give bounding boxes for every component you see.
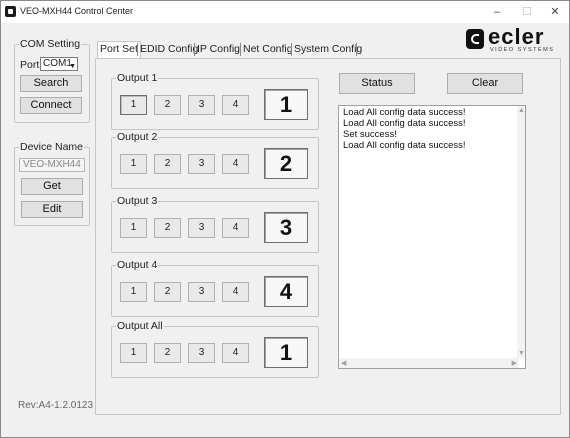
ecler-logo-icon xyxy=(466,29,484,49)
output-group-2: Output 212342 xyxy=(111,131,319,189)
chevron-down-icon: ▼ xyxy=(69,63,76,70)
logo-tagline: VIDEO SYSTEMS xyxy=(490,47,555,53)
output-group-4: Output 412344 xyxy=(111,259,319,317)
output-group-legend: Output 1 xyxy=(116,72,159,84)
input-1-button[interactable]: 1 xyxy=(120,282,147,302)
input-4-button[interactable]: 4 xyxy=(222,95,249,115)
status-button[interactable]: Status xyxy=(339,73,415,94)
device-name-group: Device Name VEO-MXH44 Get Edit xyxy=(14,141,90,226)
device-name-field[interactable]: VEO-MXH44 xyxy=(19,158,85,172)
title-bar: VEO-MXH44 Control Center – ☐ ✕ xyxy=(1,1,569,23)
close-button[interactable]: ✕ xyxy=(541,3,569,21)
scroll-down-icon[interactable]: ▼ xyxy=(518,350,525,357)
input-4-button[interactable]: 4 xyxy=(222,343,249,363)
output-group-legend: Output 4 xyxy=(116,259,159,271)
maximize-button[interactable]: ☐ xyxy=(513,3,541,21)
input-4-button[interactable]: 4 xyxy=(222,154,249,174)
input-3-button[interactable]: 3 xyxy=(188,282,215,302)
connect-button[interactable]: Connect xyxy=(20,97,82,114)
input-2-button[interactable]: 2 xyxy=(154,154,181,174)
input-3-button[interactable]: 3 xyxy=(188,218,215,238)
app-icon xyxy=(5,6,16,17)
output-group-1: Output 112341 xyxy=(111,72,319,130)
window-title: VEO-MXH44 Control Center xyxy=(20,6,134,16)
current-input-display: 3 xyxy=(264,212,308,243)
tab-port-set[interactable]: Port Set xyxy=(97,41,141,59)
input-1-button[interactable]: 1 xyxy=(120,95,147,115)
status-log[interactable]: Load All config data success! Load All c… xyxy=(338,105,526,369)
input-1-button[interactable]: 1 xyxy=(120,218,147,238)
clear-button[interactable]: Clear xyxy=(447,73,523,94)
com-setting-group: COM Setting Port: COM1 ▼ Search Connect xyxy=(14,38,90,123)
tab-system-config[interactable]: System Config xyxy=(292,42,364,57)
output-group-3: Output 312343 xyxy=(111,195,319,253)
port-select-value: COM1 xyxy=(43,58,72,69)
revision-label: Rev:A4-1.2.0123 xyxy=(18,400,94,411)
current-input-display: 1 xyxy=(264,89,308,120)
current-input-display: 1 xyxy=(264,337,308,368)
ecler-logo: ecler VIDEO SYSTEMS xyxy=(466,24,556,55)
log-line: Set success! xyxy=(343,129,397,140)
log-line: Load All config data success! xyxy=(343,107,466,118)
input-2-button[interactable]: 2 xyxy=(154,95,181,115)
input-3-button[interactable]: 3 xyxy=(188,95,215,115)
input-1-button[interactable]: 1 xyxy=(120,343,147,363)
log-vertical-scrollbar[interactable]: ▲ ▼ xyxy=(517,106,525,358)
log-horizontal-scrollbar[interactable]: ◀ ▶ xyxy=(339,358,519,368)
input-3-button[interactable]: 3 xyxy=(188,343,215,363)
output-group-legend: Output All xyxy=(116,320,164,332)
edit-button[interactable]: Edit xyxy=(21,201,83,218)
input-3-button[interactable]: 3 xyxy=(188,154,215,174)
scroll-right-icon[interactable]: ▶ xyxy=(512,359,517,367)
log-line: Load All config data success! xyxy=(343,118,466,129)
output-group-5: Output All 1 2 3 4 1 xyxy=(111,320,319,378)
com-setting-legend: COM Setting xyxy=(19,38,82,50)
output-group-legend: Output 3 xyxy=(116,195,159,207)
current-input-display: 2 xyxy=(264,148,308,179)
output-group-legend: Output 2 xyxy=(116,131,159,143)
input-4-button[interactable]: 4 xyxy=(222,218,249,238)
tab-separator xyxy=(356,43,357,56)
scroll-up-icon[interactable]: ▲ xyxy=(518,107,525,114)
log-line: Load All config data success! xyxy=(343,140,466,151)
port-select[interactable]: COM1 ▼ xyxy=(40,57,78,71)
tab-net-config[interactable]: Net Config xyxy=(241,42,295,57)
app-window: VEO-MXH44 Control Center – ☐ ✕ COM Setti… xyxy=(0,0,570,438)
input-2-button[interactable]: 2 xyxy=(154,218,181,238)
scroll-left-icon[interactable]: ◀ xyxy=(341,359,346,367)
input-2-button[interactable]: 2 xyxy=(154,343,181,363)
tab-ip-config[interactable]: IP Config xyxy=(195,42,242,57)
input-4-button[interactable]: 4 xyxy=(222,282,249,302)
device-name-legend: Device Name xyxy=(19,141,85,153)
input-2-button[interactable]: 2 xyxy=(154,282,181,302)
port-label: Port: xyxy=(20,59,43,71)
get-button[interactable]: Get xyxy=(21,178,83,195)
tab-edid-config[interactable]: EDID Config xyxy=(138,42,200,57)
minimize-button[interactable]: – xyxy=(483,3,511,21)
input-1-button[interactable]: 1 xyxy=(120,154,147,174)
current-input-display: 4 xyxy=(264,276,308,307)
search-button[interactable]: Search xyxy=(20,75,82,92)
